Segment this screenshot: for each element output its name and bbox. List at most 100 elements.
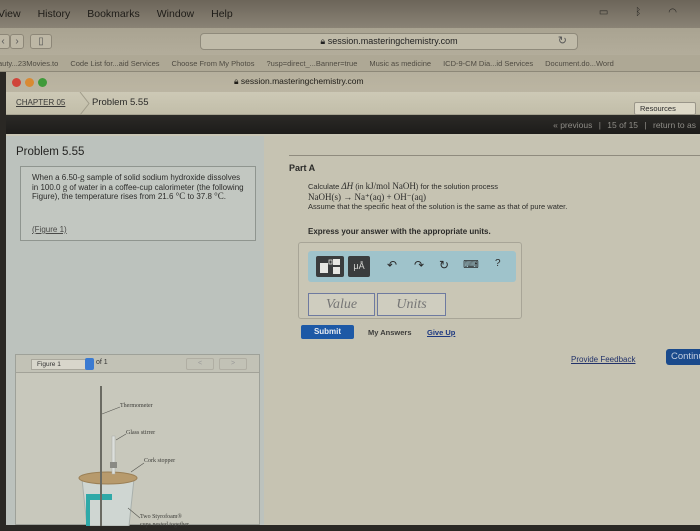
window-title-text: session.masteringchemistry.com — [240, 76, 364, 86]
assignment-pager-bar: « previous | 15 of 15 | return to as — [6, 115, 700, 134]
browser-toolbar: ‹ › ▯ 🔒︎ session.masteringchemistry.com … — [0, 28, 700, 55]
unit-celsius: °C — [214, 191, 224, 201]
bookmarks-bar: auty...23Movies.to Code List for...aid S… — [0, 55, 700, 72]
label-cork-stopper: Cork stopper — [144, 458, 176, 464]
previous-link[interactable]: « previous — [553, 120, 592, 130]
assumption-text: Assume that the specific heat of the sol… — [308, 202, 568, 211]
continue-button[interactable]: Continue — [666, 349, 700, 365]
window-title: 🔒︎ session.masteringchemistry.com — [234, 76, 364, 87]
menu-window[interactable]: Window — [157, 8, 194, 20]
stirrer-cap — [110, 462, 117, 468]
bookmark-item[interactable]: ICD-9-CM Dia...id Services — [443, 59, 533, 68]
figure-count: of 1 — [96, 359, 108, 366]
menu-bookmarks[interactable]: Bookmarks — [87, 8, 140, 20]
sidebar-toggle-button[interactable]: ▯ — [30, 34, 52, 49]
reset-icon[interactable]: ↻ — [439, 258, 449, 272]
figure-select[interactable]: Figure 1 — [31, 359, 91, 370]
part-a-heading: Part A — [289, 163, 316, 173]
help-icon[interactable]: ? — [495, 258, 501, 269]
units-button[interactable]: μÅ — [348, 256, 370, 277]
units-input[interactable] — [377, 293, 446, 316]
pager-position: 15 of 15 — [607, 120, 639, 130]
templates-button[interactable] — [316, 256, 344, 277]
my-answers-link[interactable]: My Answers — [368, 328, 412, 337]
pager-divider: | — [644, 120, 647, 130]
reload-icon[interactable]: ↻ — [558, 34, 567, 49]
pager-divider: | — [598, 120, 601, 130]
unit-celsius: °C — [175, 191, 186, 201]
return-to-assignment-link[interactable]: return to as — [653, 120, 696, 130]
calorimeter-figure: Thermometer Glass stirrer Cork stopper T… — [16, 374, 259, 528]
menu-view[interactable]: View — [0, 8, 21, 20]
label-styrofoam-cups-2: cups nested together — [140, 522, 189, 528]
sidebar-icon: ▯ — [38, 36, 44, 47]
answer-box: μÅ ↶ ↷ ↻ ⌨ ? — [298, 242, 522, 319]
mastering-chemistry-page: CHAPTER 05 Problem 5.55 Resources « prev… — [6, 92, 700, 528]
keyboard-icon[interactable]: ⌨ — [463, 258, 479, 271]
submit-button[interactable]: Submit — [301, 325, 354, 339]
bookmark-item[interactable]: Music as medicine — [369, 59, 431, 68]
airplay-icon[interactable]: ▭ — [599, 7, 608, 18]
lock-icon: 🔒︎ — [320, 36, 326, 46]
maximize-window-button[interactable] — [38, 78, 47, 87]
problem-text: to 37.8 — [185, 192, 215, 201]
address-bar[interactable]: 🔒︎ session.masteringchemistry.com ↻ — [200, 33, 578, 50]
bluetooth-icon[interactable]: ᛒ — [635, 7, 641, 18]
figure-select-stepper-icon[interactable] — [85, 358, 94, 370]
fraction-template-icon — [320, 259, 340, 274]
problem-statement: When a 6.50-g sample of solid sodium hyd… — [20, 166, 256, 241]
lock-icon: 🔒︎ — [234, 76, 239, 86]
popup-window-titlebar: 🔒︎ session.masteringchemistry.com — [6, 72, 700, 167]
menu-history[interactable]: History — [38, 8, 71, 20]
question-line-1: Calculate ΔH (in kJ/mol NaOH) for the so… — [308, 181, 567, 192]
question-text: Calculate ΔH (in kJ/mol NaOH) for the so… — [308, 181, 567, 212]
glass-stirrer — [111, 435, 116, 475]
chemical-equation: NaOH(s) → Na⁺(aq) + OH⁻(aq) — [308, 192, 427, 202]
problem-title: Problem 5.55 — [16, 146, 85, 158]
status-tray: ▭ ᛒ ◠ — [599, 7, 694, 18]
breadcrumb-problem: Problem 5.55 — [92, 97, 149, 108]
figure-next-button[interactable]: > — [219, 358, 247, 370]
problem-pane: Problem 5.55 When a 6.50-g sample of sol… — [6, 136, 264, 528]
label-styrofoam-cups: Two Styrofoam® — [140, 514, 182, 520]
close-window-button[interactable] — [12, 78, 21, 87]
cork-stopper — [78, 471, 138, 485]
delta-h-symbol: ΔH — [341, 181, 354, 191]
question-text-part: (in — [353, 182, 366, 191]
provide-feedback-link[interactable]: Provide Feedback — [571, 355, 635, 364]
give-up-link[interactable]: Give Up — [427, 328, 455, 337]
breadcrumb-chapter-link[interactable]: CHAPTER 05 — [16, 98, 65, 107]
figure-link[interactable]: (Figure 1) — [32, 225, 67, 235]
thermometer — [100, 386, 102, 526]
problem-text: . — [223, 192, 226, 201]
figure-panel: Figure 1 of 1 < > Thermometer Glass stir… — [15, 354, 260, 528]
url-text: session.masteringchemistry.com — [327, 36, 458, 46]
undo-icon[interactable]: ↶ — [387, 258, 397, 272]
divider — [289, 155, 700, 156]
label-glass-stirrer: Glass stirrer — [126, 430, 156, 436]
bookmark-item[interactable]: Choose From My Photos — [172, 59, 255, 68]
answer-toolbar: μÅ ↶ ↷ ↻ ⌨ ? — [308, 251, 516, 282]
breadcrumb-separator — [79, 92, 90, 115]
back-button[interactable]: ‹ — [0, 34, 10, 49]
value-input[interactable] — [308, 293, 375, 316]
calorimeter-illustration — [78, 386, 145, 527]
label-thermometer: Thermometer — [120, 403, 153, 409]
bookmark-item[interactable]: Document.do...Word — [545, 59, 614, 68]
question-text-part: ) for the solution process — [415, 182, 499, 191]
redo-icon[interactable]: ↷ — [414, 258, 424, 272]
units-expression: kJ/mol NaOH — [365, 181, 416, 191]
menu-help[interactable]: Help — [211, 8, 233, 20]
wifi-icon[interactable]: ◠ — [668, 7, 677, 18]
question-text-part: Calculate — [308, 182, 342, 191]
bookmark-item[interactable]: Code List for...aid Services — [70, 59, 159, 68]
figure-prev-button[interactable]: < — [186, 358, 214, 370]
pager: « previous | 15 of 15 | return to as — [553, 120, 700, 130]
figure-header: Figure 1 of 1 < > — [16, 355, 259, 373]
minimize-window-button[interactable] — [25, 78, 34, 87]
resources-dropdown[interactable]: Resources — [634, 102, 696, 115]
answer-instruction: Express your answer with the appropriate… — [308, 227, 491, 236]
bookmark-item[interactable]: auty...23Movies.to — [0, 59, 58, 68]
forward-button[interactable]: › — [10, 34, 24, 49]
bookmark-item[interactable]: ?usp=direct_...Banner=true — [266, 59, 357, 68]
